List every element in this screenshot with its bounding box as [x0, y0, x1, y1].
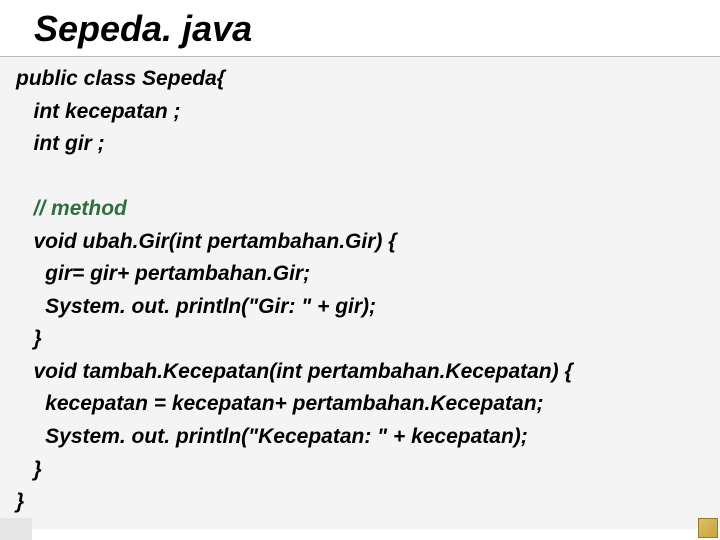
code-line: gir= gir+ pertambahan.Gir;: [16, 262, 310, 285]
code-line: }: [16, 490, 24, 513]
footer-sliver: [0, 518, 32, 540]
code-line: void tambah.Kecepatan(int pertambahan.Ke…: [16, 360, 573, 383]
code-line: void ubah.Gir(int pertambahan.Gir) {: [16, 230, 396, 253]
code-line: int kecepatan ;: [16, 100, 181, 123]
slide: Sepeda. java public class Sepeda{ int ke…: [0, 0, 720, 540]
code-line: kecepatan = kecepatan+ pertambahan.Kecep…: [16, 392, 544, 415]
corner-icon: [698, 518, 718, 538]
code-block: public class Sepeda{ int kecepatan ; int…: [0, 56, 720, 529]
code-line: }: [16, 327, 42, 350]
code-line: }: [16, 458, 42, 481]
code-line: System. out. println("Kecepatan: " + kec…: [16, 425, 528, 448]
slide-title: Sepeda. java: [0, 0, 720, 56]
code-indent: [16, 197, 34, 220]
code-line: int gir ;: [16, 132, 105, 155]
code-comment: // method: [34, 197, 127, 220]
code-line: System. out. println("Gir: " + gir);: [16, 295, 376, 318]
code-line: public class Sepeda{: [16, 67, 225, 90]
